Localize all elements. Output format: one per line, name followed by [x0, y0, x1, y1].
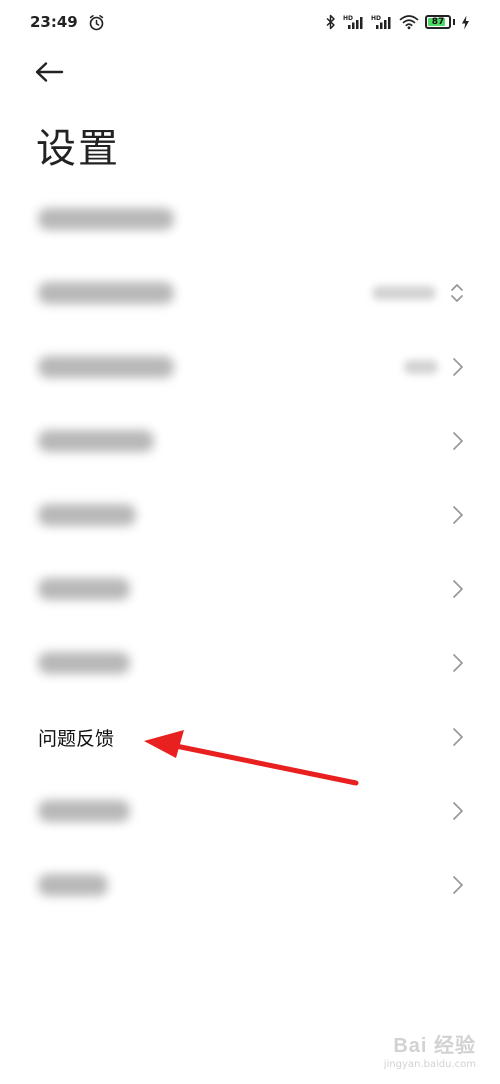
alarm-icon: [88, 14, 105, 31]
settings-item[interactable]: [0, 552, 500, 626]
chevron-right-icon: [452, 579, 464, 599]
settings-item[interactable]: [0, 626, 500, 700]
settings-item-value-blurred: [404, 360, 438, 374]
chevron-right-icon: [452, 653, 464, 673]
settings-item-label-blurred: [38, 800, 130, 822]
settings-item-right: [452, 579, 464, 599]
bluetooth-icon: [325, 14, 337, 30]
settings-item-label-blurred: [38, 874, 108, 896]
battery-level: 87: [431, 17, 445, 27]
svg-text:HD: HD: [371, 15, 381, 22]
settings-item-right: [452, 875, 464, 895]
status-left: 23:49: [30, 13, 105, 31]
settings-item[interactable]: [0, 404, 500, 478]
chevron-right-icon: [452, 505, 464, 525]
settings-item-label-blurred: [38, 356, 174, 378]
chevron-right-icon: [452, 431, 464, 451]
signal-hd-icon: HD: [343, 14, 365, 30]
settings-item-label-blurred: [38, 430, 154, 452]
settings-item[interactable]: [0, 774, 500, 848]
settings-item-label-blurred: [38, 208, 174, 230]
battery-cap: [453, 19, 455, 25]
chevron-right-icon: [452, 357, 464, 377]
settings-item-right: [372, 282, 464, 304]
chevron-right-icon: [452, 727, 464, 747]
wifi-icon: [399, 14, 419, 30]
status-time: 23:49: [30, 13, 78, 31]
settings-item-right: [404, 357, 464, 377]
settings-item-label-blurred: [38, 652, 130, 674]
settings-item[interactable]: [0, 848, 500, 922]
status-right: HD HD 87: [325, 14, 470, 30]
settings-item[interactable]: [0, 330, 500, 404]
settings-item-label-blurred: [38, 504, 136, 526]
settings-item[interactable]: [0, 478, 500, 552]
signal-hd-icon: HD: [371, 14, 393, 30]
settings-list: 问题反馈: [0, 182, 500, 922]
settings-item[interactable]: [0, 256, 500, 330]
chevron-right-icon: [452, 875, 464, 895]
settings-item-label-blurred: [38, 578, 130, 600]
back-button[interactable]: [34, 56, 74, 88]
settings-item-right: [452, 727, 464, 747]
settings-item-right: [452, 431, 464, 451]
settings-item-label: 问题反馈: [38, 727, 115, 750]
watermark-logo-text: Bai 经验: [393, 1035, 476, 1057]
settings-item-right: [452, 505, 464, 525]
page-title: 设置: [36, 126, 120, 172]
watermark: Bai 经验 jingyan.baidu.com: [384, 1029, 476, 1070]
settings-item-label-blurred: [38, 282, 174, 304]
settings-item[interactable]: 问题反馈: [0, 700, 500, 774]
settings-item-right: [452, 653, 464, 673]
settings-item[interactable]: [0, 182, 500, 256]
watermark-url: jingyan.baidu.com: [383, 1059, 476, 1070]
settings-item-right: [452, 801, 464, 821]
svg-text:HD: HD: [343, 15, 353, 22]
back-arrow-icon: [34, 61, 64, 83]
chevron-right-icon: [452, 801, 464, 821]
battery-icon: 87: [425, 15, 451, 29]
chevron-updown-icon: [450, 282, 464, 304]
status-bar: 23:49 HD HD 87: [0, 0, 500, 44]
charging-icon: [461, 15, 470, 30]
settings-item-value-blurred: [372, 286, 436, 300]
